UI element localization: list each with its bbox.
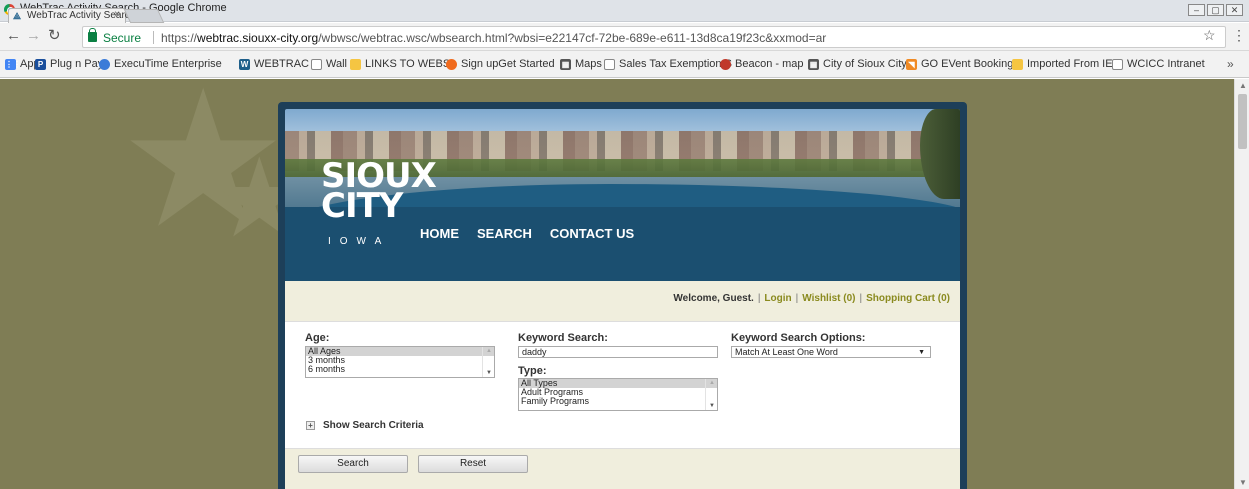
keyword-options-label: Keyword Search Options:: [731, 332, 866, 344]
type-select-scrollbar[interactable]: ▲ ▼: [705, 379, 717, 410]
bookmark-imported-from-ie[interactable]: Imported From IE: [1012, 58, 1113, 70]
maps-icon: ▦: [560, 58, 571, 70]
url-text[interactable]: https://webtrac.siouxx-city.org/wbwsc/we…: [161, 31, 826, 45]
bookmark-city-of-sioux-city[interactable]: ▦ City of Sioux City: [808, 58, 907, 70]
age-select-scrollbar[interactable]: ▲ ▼: [482, 347, 494, 377]
menu-kebab-icon[interactable]: ⋮: [1232, 27, 1246, 44]
city-icon: ▦: [808, 58, 819, 70]
main-nav: HOME SEARCH CONTACT US: [420, 226, 634, 241]
type-option[interactable]: Family Programs: [519, 397, 717, 406]
keyword-options-value: Match At Least One Word: [735, 347, 838, 357]
address-bar[interactable]: Secure https://webtrac.siouxx-city.org/w…: [82, 26, 1226, 48]
bookmark-sign-up[interactable]: Sign upGet Started: [446, 58, 555, 70]
tab-close-icon[interactable]: ×: [114, 9, 120, 20]
bookmark-links-to-webs[interactable]: LINKS TO WEBS: [350, 58, 450, 70]
bookmark-plug-n-pay[interactable]: P Plug n Pay: [35, 58, 103, 70]
bookmarks-overflow-icon[interactable]: »: [1227, 57, 1234, 71]
account-links: Welcome, Guest. | Login | Wishlist (0) | Shopp…: [673, 293, 950, 304]
secure-label: Secure: [103, 31, 142, 45]
search-button[interactable]: Search: [298, 455, 408, 473]
keyword-search-label: Keyword Search:: [518, 332, 608, 344]
reset-button[interactable]: Reset: [418, 455, 528, 473]
reload-icon[interactable]: ↻: [48, 28, 61, 44]
login-link[interactable]: Login: [764, 293, 791, 304]
bookmarks-bar: ⋮⋮ Apps P Plug n Pay ExecuTime Enterprise …: [0, 51, 1249, 78]
keyword-search-input[interactable]: daddy: [518, 346, 718, 358]
show-search-criteria-toggle[interactable]: + Show Search Criteria: [306, 420, 424, 431]
signup-icon: [446, 58, 457, 70]
forward-arrow-icon[interactable]: →: [26, 28, 41, 44]
window-controls: – ▢ ✕: [1188, 4, 1243, 16]
folder-icon: [350, 58, 361, 70]
page-icon: [1112, 58, 1123, 70]
bookmark-maps[interactable]: ▦ Maps: [560, 58, 602, 70]
address-divider: [153, 31, 154, 44]
nav-search[interactable]: SEARCH: [477, 226, 532, 241]
page-scrollbar[interactable]: ▲ ▼: [1234, 79, 1249, 489]
search-form: Age: All Ages 3 months 6 months ▲ ▼ Keywo…: [285, 321, 960, 489]
bookmark-webtrac[interactable]: W WEBTRAC: [239, 58, 309, 70]
maximize-button[interactable]: ▢: [1207, 4, 1224, 16]
shopping-cart-link[interactable]: Shopping Cart (0): [866, 293, 950, 304]
keyword-options-select[interactable]: Match At Least One Word ▼: [731, 346, 931, 358]
sioux-city-logo[interactable]: SIOUX CITY: [321, 159, 437, 223]
bookmark-wall[interactable]: Wall: [311, 58, 347, 70]
bookmark-star-icon[interactable]: ☆: [1203, 27, 1216, 44]
bookmark-go-event-booking[interactable]: ◥ GO EVent Booking: [906, 58, 1013, 70]
browser-toolbar: ← → ↻ Secure https://webtrac.siouxx-city…: [0, 23, 1249, 51]
window-title-bar: WebTrac Activity Search - Google Chrome …: [0, 0, 1249, 23]
show-search-criteria-label: Show Search Criteria: [323, 420, 424, 431]
age-option[interactable]: 6 months: [306, 365, 494, 374]
globe-icon: [99, 58, 110, 70]
bookmark-wcicc-intranet[interactable]: WCICC Intranet: [1112, 58, 1205, 70]
type-label: Type:: [518, 365, 547, 377]
logo-state-text: IOWA: [328, 236, 391, 247]
expand-plus-icon: +: [306, 421, 315, 430]
bookmark-sales-tax[interactable]: Sales Tax Exemption S: [604, 58, 732, 70]
scrollbar-thumb[interactable]: [1238, 94, 1247, 149]
type-select[interactable]: All Types Adult Programs Family Programs…: [518, 378, 718, 411]
back-arrow-icon[interactable]: ←: [6, 28, 21, 44]
dropdown-caret-icon: ▼: [918, 349, 925, 356]
city-banner: SIOUX CITY IOWA HOME SEARCH CONTACT US: [285, 109, 960, 281]
scroll-up-icon[interactable]: ▲: [1239, 81, 1247, 90]
bookmark-executime[interactable]: ExecuTime Enterprise: [99, 58, 222, 70]
age-label: Age:: [305, 332, 330, 344]
close-window-button[interactable]: ✕: [1226, 4, 1243, 16]
scroll-down-icon[interactable]: ▼: [1239, 478, 1247, 487]
browser-tab[interactable]: ⟁ WebTrac Activity Search ×: [8, 8, 135, 23]
webtrac-favicon-icon: ⟁: [13, 11, 22, 21]
page-viewport: ★ ★ SIOUX CITY IOWA HOME SEARCH CONTACT …: [0, 79, 1249, 489]
p-logo-icon: P: [35, 58, 46, 70]
apps-grid-icon: ⋮⋮: [5, 58, 21, 70]
rss-icon: ◥: [906, 58, 917, 70]
age-select[interactable]: All Ages 3 months 6 months ▲ ▼: [305, 346, 495, 378]
page-icon: [311, 58, 322, 70]
lock-icon: [88, 28, 97, 42]
bookmark-beacon[interactable]: Beacon - map: [720, 58, 803, 70]
search-button-bar: Search Reset: [285, 448, 960, 489]
wishlist-link[interactable]: Wishlist (0): [802, 293, 855, 304]
nav-home[interactable]: HOME: [420, 226, 459, 241]
minimize-button[interactable]: –: [1188, 4, 1205, 16]
page-icon: [604, 58, 615, 70]
new-tab-button[interactable]: [123, 9, 165, 23]
nav-contact-us[interactable]: CONTACT US: [550, 226, 634, 241]
welcome-text: Welcome, Guest.: [673, 293, 754, 304]
site-container: SIOUX CITY IOWA HOME SEARCH CONTACT US W…: [278, 102, 967, 489]
webtrac-icon: W: [239, 58, 250, 70]
folder-icon: [1012, 58, 1023, 70]
beacon-icon: [720, 58, 731, 70]
content-panel: Welcome, Guest. | Login | Wishlist (0) | Shopp…: [285, 281, 960, 489]
